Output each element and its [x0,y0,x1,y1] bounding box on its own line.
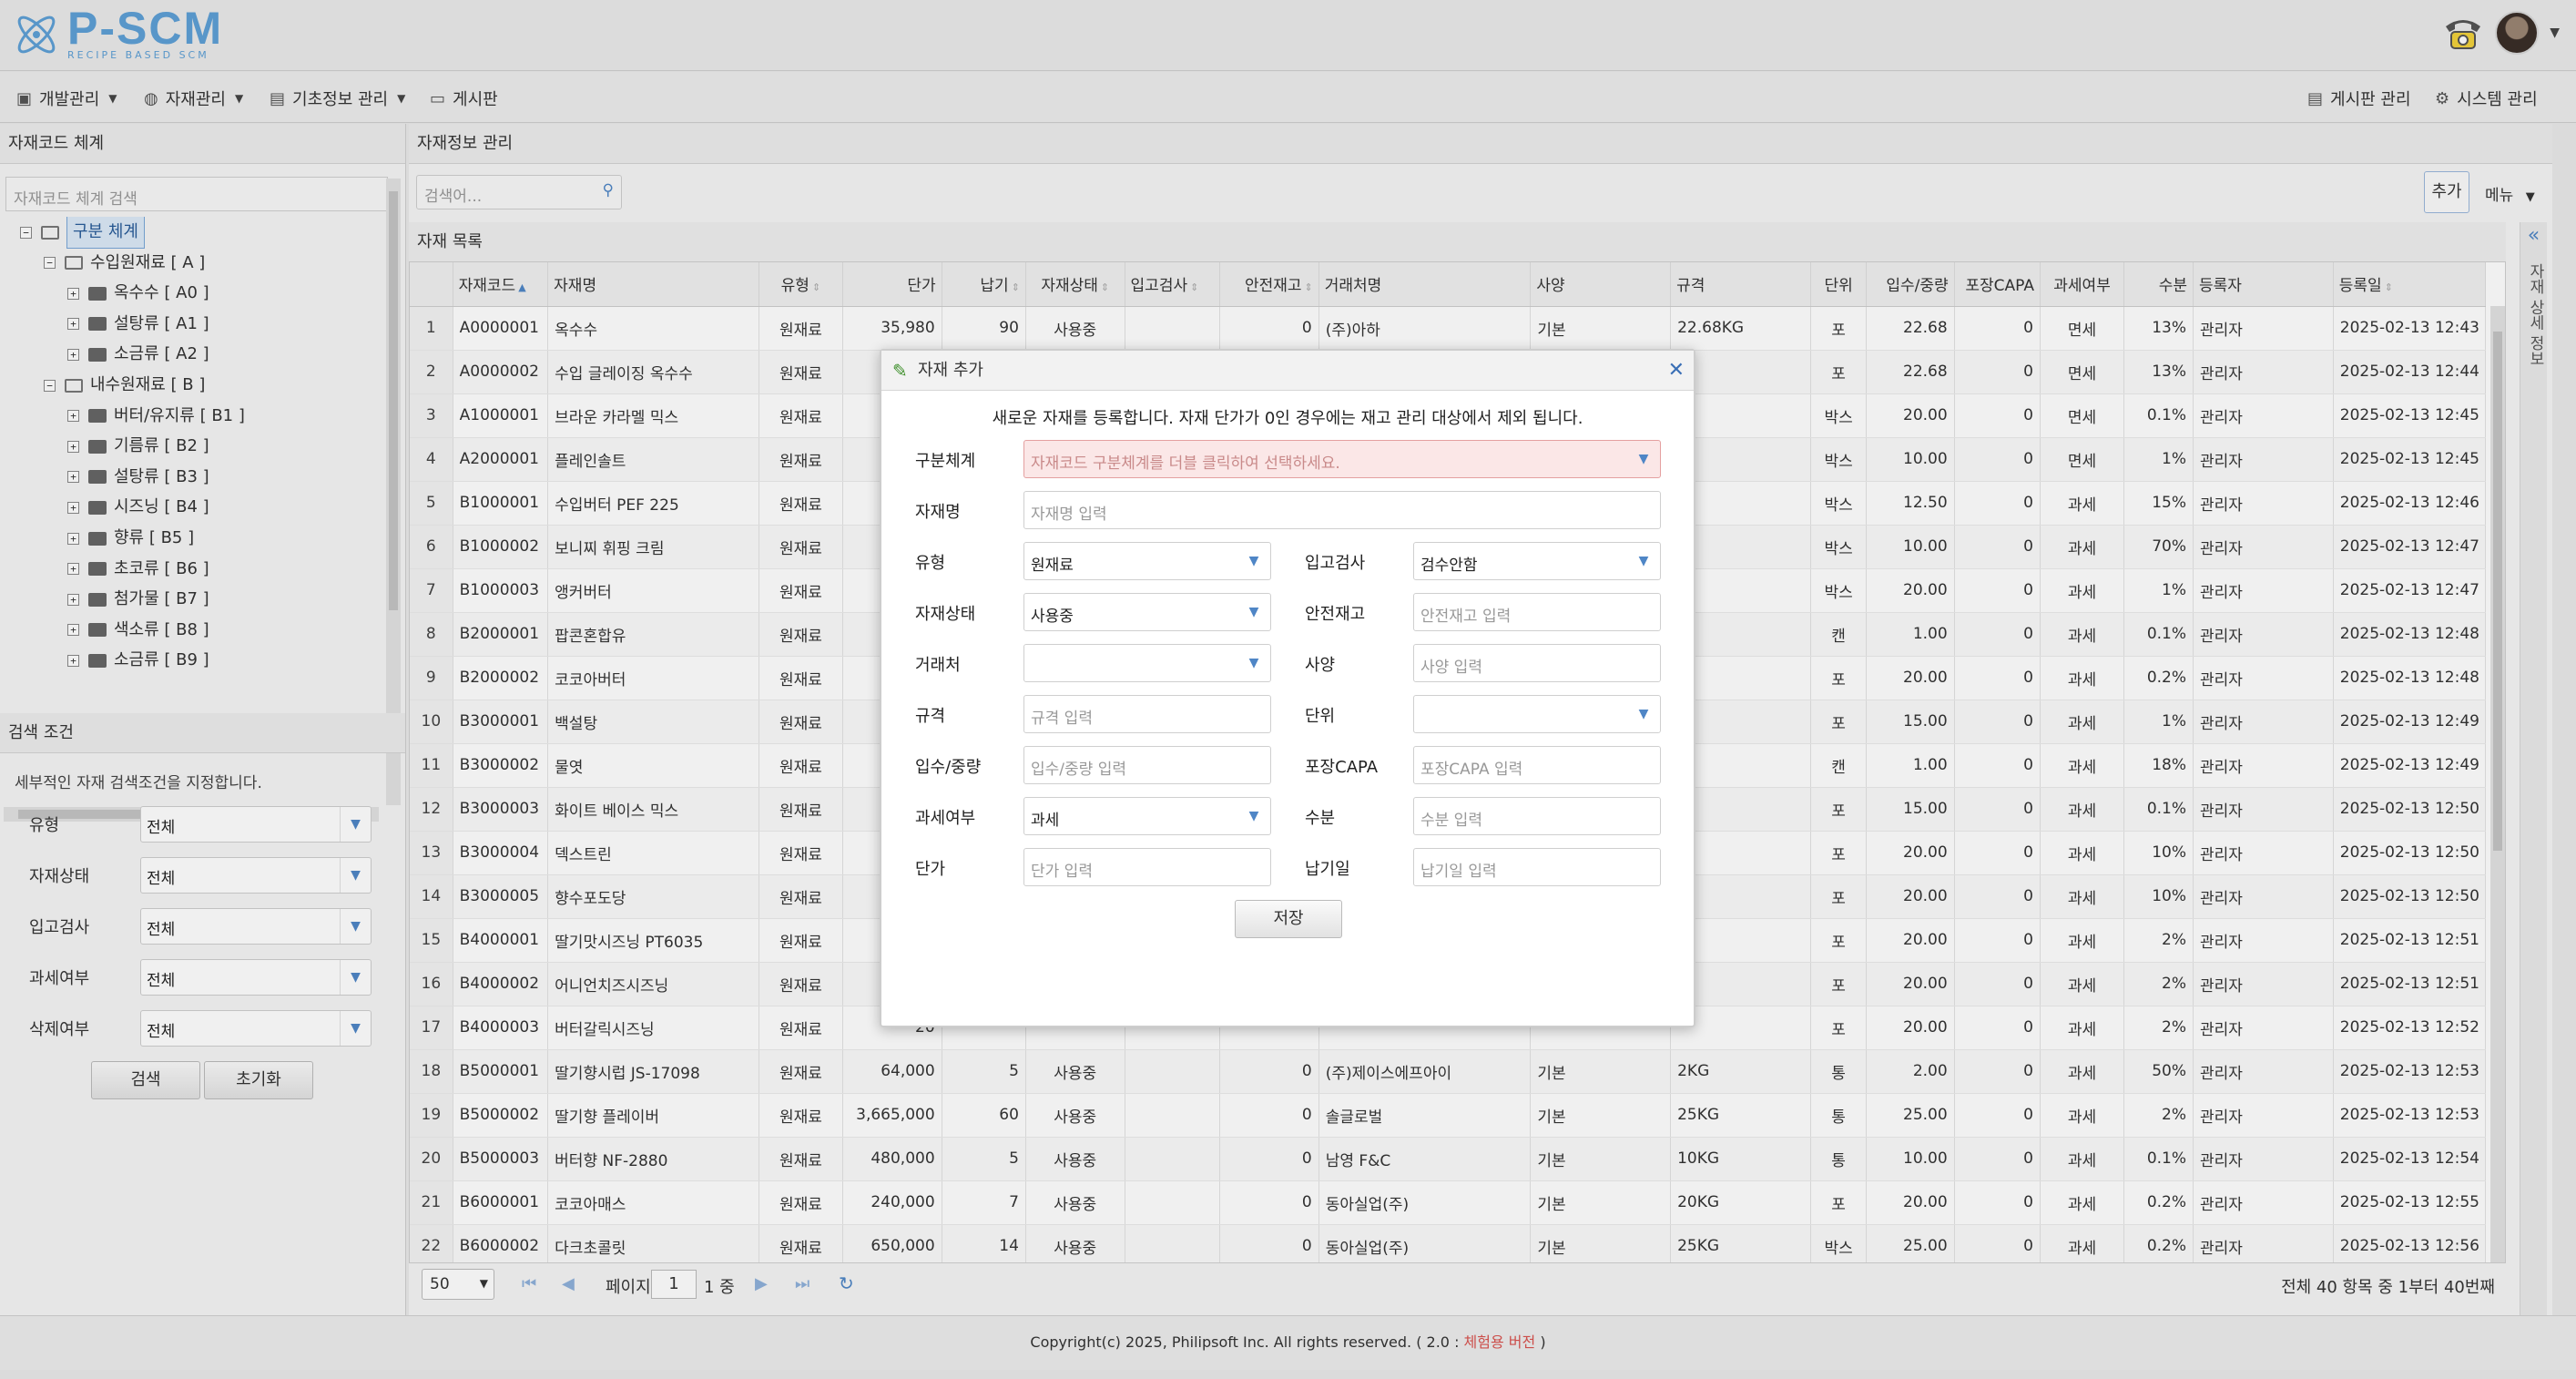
tax-select[interactable]: 과세 ▼ [1023,797,1271,835]
pack-capa-input[interactable]: 포장CAPA 입력 [1413,746,1661,784]
select-value: 검수안함 [1420,557,1478,575]
chevron-down-icon: ▼ [1638,452,1649,466]
field-label: 자재명 [915,503,961,522]
spec-input[interactable]: 사양 입력 [1413,644,1661,682]
vendor-select[interactable]: ▼ [1023,644,1271,682]
lead-time-input[interactable]: 납기일 입력 [1413,848,1661,886]
field-label: 입고검사 [1305,554,1366,573]
type-select[interactable]: 원재료 ▼ [1023,542,1271,580]
weight-input[interactable]: 입수/중량 입력 [1023,746,1271,784]
dialog-title: 자재 추가 [918,361,983,380]
standard-input[interactable]: 규격 입력 [1023,695,1271,733]
chevron-down-icon: ▼ [1638,554,1649,568]
dialog-description: 새로운 자재를 등록합니다. 자재 단가가 0인 경우에는 재고 관리 대상에서… [992,409,1583,428]
material-name-input[interactable]: 자재명 입력 [1023,491,1661,529]
chevron-down-icon: ▼ [1248,605,1259,619]
status-select[interactable]: 사용중 ▼ [1023,593,1271,631]
category-select[interactable]: 자재코드 구분체계를 더블 클릭하여 선택하세요. ▼ [1023,440,1661,478]
unit-select[interactable]: ▼ [1413,695,1661,733]
field-label: 수분 [1305,809,1336,828]
field-label: 구분체계 [915,452,976,471]
field-label: 포장CAPA [1305,758,1379,777]
select-value: 원재료 [1031,557,1074,575]
field-label: 납기일 [1305,860,1350,879]
save-button[interactable]: 저장 [1235,900,1342,938]
select-value: 과세 [1031,812,1060,830]
field-label: 단위 [1305,707,1336,726]
field-label: 과세여부 [915,809,976,828]
dialog-header: ✎ 자재 추가 ✕ [881,351,1694,391]
field-label: 입수/중량 [915,758,982,777]
field-label: 사양 [1305,656,1336,675]
chevron-down-icon: ▼ [1248,809,1259,823]
select-value: 사용중 [1031,608,1074,626]
chevron-down-icon: ▼ [1248,656,1259,670]
field-label: 거래처 [915,656,961,675]
field-label: 안전재고 [1305,605,1366,624]
add-material-dialog: ✎ 자재 추가 ✕ 새로운 자재를 등록합니다. 자재 단가가 0인 경우에는 … [880,349,1695,1027]
field-label: 유형 [915,554,946,573]
category-placeholder: 자재코드 구분체계를 더블 클릭하여 선택하세요. [1031,455,1340,473]
close-icon[interactable]: ✕ [1668,351,1685,391]
price-input[interactable]: 단가 입력 [1023,848,1271,886]
safety-stock-input[interactable]: 안전재고 입력 [1413,593,1661,631]
chevron-down-icon: ▼ [1248,554,1259,568]
field-label: 단가 [915,860,946,879]
inspection-select[interactable]: 검수안함 ▼ [1413,542,1661,580]
pencil-icon: ✎ [892,360,908,382]
moisture-input[interactable]: 수분 입력 [1413,797,1661,835]
field-label: 규격 [915,707,946,726]
field-label: 자재상태 [915,605,976,624]
chevron-down-icon: ▼ [1638,707,1649,721]
